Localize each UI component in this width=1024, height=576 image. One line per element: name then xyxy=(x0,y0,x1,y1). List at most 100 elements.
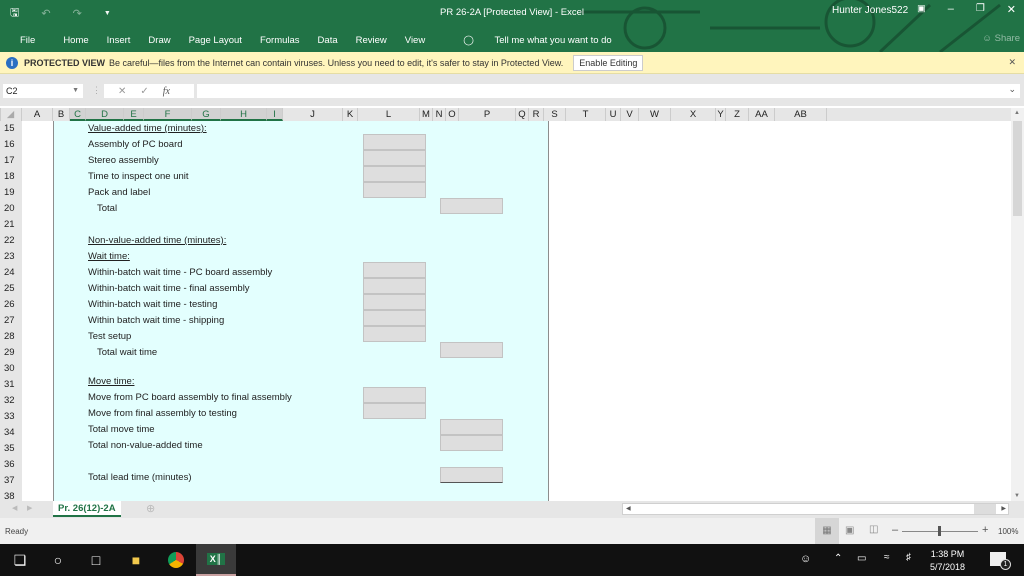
column-header[interactable]: C xyxy=(70,108,86,121)
row-header[interactable]: 37 xyxy=(0,473,22,489)
tab-home[interactable]: Home xyxy=(63,35,88,46)
formula-input[interactable]: ⌄ xyxy=(197,84,1020,98)
column-header[interactable]: O xyxy=(446,108,459,121)
zoom-slider-thumb[interactable] xyxy=(938,526,941,536)
row-header[interactable]: 27 xyxy=(0,313,22,329)
column-header[interactable]: H xyxy=(221,108,267,121)
scroll-left-icon[interactable]: ◀ xyxy=(626,505,631,512)
column-header[interactable]: E xyxy=(124,108,144,121)
input-total-nva[interactable] xyxy=(440,435,503,451)
column-header[interactable]: F xyxy=(144,108,192,121)
column-header[interactable]: B xyxy=(53,108,70,121)
scroll-up-icon[interactable]: ▲ xyxy=(1014,110,1020,116)
column-header[interactable]: Y xyxy=(716,108,726,121)
input-total-move[interactable] xyxy=(440,419,503,435)
column-header[interactable]: R xyxy=(529,108,544,121)
select-all[interactable]: ◢ xyxy=(0,108,22,121)
name-box[interactable]: C2 ▼ xyxy=(3,84,83,98)
h-scroll-thumb[interactable] xyxy=(974,504,996,514)
row-header[interactable]: 34 xyxy=(0,425,22,441)
row-header[interactable]: 17 xyxy=(0,153,22,169)
zoom-in-icon[interactable]: + xyxy=(982,524,988,536)
row-header[interactable]: 35 xyxy=(0,441,22,457)
page-layout-icon[interactable]: ▣ xyxy=(845,525,854,536)
column-header[interactable]: N xyxy=(433,108,446,121)
row-header[interactable]: 26 xyxy=(0,297,22,313)
task-view-button[interactable]: □ xyxy=(76,544,116,576)
input-inspect[interactable] xyxy=(363,166,426,182)
column-header[interactable]: I xyxy=(267,108,283,121)
column-header[interactable]: W xyxy=(639,108,671,121)
scroll-right-icon[interactable]: ▶ xyxy=(1001,505,1006,512)
column-header[interactable]: Z xyxy=(726,108,749,121)
excel-button[interactable]: X║ xyxy=(196,544,236,576)
column-header[interactable]: Q xyxy=(516,108,529,121)
insert-function-icon[interactable]: fx xyxy=(163,86,170,97)
add-sheet-icon[interactable]: ⊕ xyxy=(146,502,155,515)
clock[interactable]: 1:38 PM 5/7/2018 xyxy=(930,548,965,574)
row-header[interactable]: 32 xyxy=(0,393,22,409)
row-header[interactable]: 19 xyxy=(0,185,22,201)
column-header[interactable]: U xyxy=(606,108,621,121)
enter-icon[interactable]: ✓ xyxy=(140,86,148,97)
row-header[interactable]: 23 xyxy=(0,249,22,265)
row-header[interactable]: 21 xyxy=(0,217,22,233)
row-header[interactable]: 31 xyxy=(0,377,22,393)
chevron-down-icon[interactable]: ▼ xyxy=(72,84,79,98)
show-hidden-icons[interactable]: ⌃ xyxy=(834,553,842,564)
column-header[interactable]: V xyxy=(621,108,639,121)
scroll-thumb[interactable] xyxy=(1013,121,1022,216)
column-header[interactable]: G xyxy=(192,108,221,121)
user-name[interactable]: Hunter Jones522 xyxy=(832,5,908,16)
row-header[interactable]: 29 xyxy=(0,345,22,361)
normal-view-icon[interactable]: ▦ xyxy=(815,518,839,544)
column-header[interactable]: P xyxy=(459,108,516,121)
row-header[interactable]: 16 xyxy=(0,137,22,153)
input-wait-final[interactable] xyxy=(363,278,426,294)
column-header[interactable]: S xyxy=(544,108,566,121)
row-header[interactable]: 33 xyxy=(0,409,22,425)
scroll-down-icon[interactable]: ▼ xyxy=(1014,493,1020,499)
row-header[interactable]: 30 xyxy=(0,361,22,377)
row-header[interactable]: 18 xyxy=(0,169,22,185)
chrome-button[interactable] xyxy=(156,544,196,576)
column-header[interactable]: A xyxy=(22,108,53,121)
column-header[interactable]: L xyxy=(358,108,420,121)
tell-me-search[interactable]: ◯ Tell me what you want to do xyxy=(443,35,612,46)
column-header[interactable]: M xyxy=(420,108,433,121)
action-center-button[interactable]: 1 xyxy=(990,552,1011,570)
share-button[interactable]: ☺ Share xyxy=(982,33,1020,44)
column-header[interactable]: D xyxy=(86,108,124,121)
zoom-out-icon[interactable]: – xyxy=(892,524,898,536)
sheet-tab[interactable]: Pr. 26(12)-2A xyxy=(53,501,121,517)
row-header[interactable]: 25 xyxy=(0,281,22,297)
start-button[interactable]: ❏ xyxy=(0,544,40,576)
next-sheet-icon[interactable]: ▶ xyxy=(27,504,32,512)
worksheet-grid[interactable]: Value-added time (minutes): Assembly of … xyxy=(22,121,1010,501)
tab-view[interactable]: View xyxy=(405,35,425,46)
column-header[interactable]: J xyxy=(283,108,343,121)
minimize-icon[interactable]: – xyxy=(948,3,954,16)
cortana-button[interactable]: ○ xyxy=(38,544,78,576)
column-header[interactable]: T xyxy=(566,108,606,121)
column-header[interactable]: AA xyxy=(749,108,775,121)
restore-icon[interactable]: ❐ xyxy=(976,3,985,16)
wifi-icon[interactable]: ≈ xyxy=(884,552,890,563)
input-stereo[interactable] xyxy=(363,150,426,166)
battery-icon[interactable]: ▭ xyxy=(857,553,866,564)
dismiss-icon[interactable]: ✕ xyxy=(1008,57,1016,68)
ribbon-display-icon[interactable]: ▣ xyxy=(917,3,926,16)
input-wait-test[interactable] xyxy=(363,294,426,310)
prev-sheet-icon[interactable]: ◀ xyxy=(12,504,17,512)
close-icon[interactable]: ✕ xyxy=(1007,3,1016,16)
input-total-lead[interactable] xyxy=(440,467,503,483)
row-header[interactable]: 15 xyxy=(0,121,22,137)
row-header[interactable]: 28 xyxy=(0,329,22,345)
input-wait-pc[interactable] xyxy=(363,262,426,278)
input-total[interactable] xyxy=(440,198,503,214)
column-header[interactable]: AB xyxy=(775,108,827,121)
people-icon[interactable]: ☺ xyxy=(800,553,811,565)
zoom-slider[interactable] xyxy=(902,526,978,536)
tab-review[interactable]: Review xyxy=(356,35,387,46)
volume-icon[interactable]: ♯ xyxy=(906,552,911,563)
